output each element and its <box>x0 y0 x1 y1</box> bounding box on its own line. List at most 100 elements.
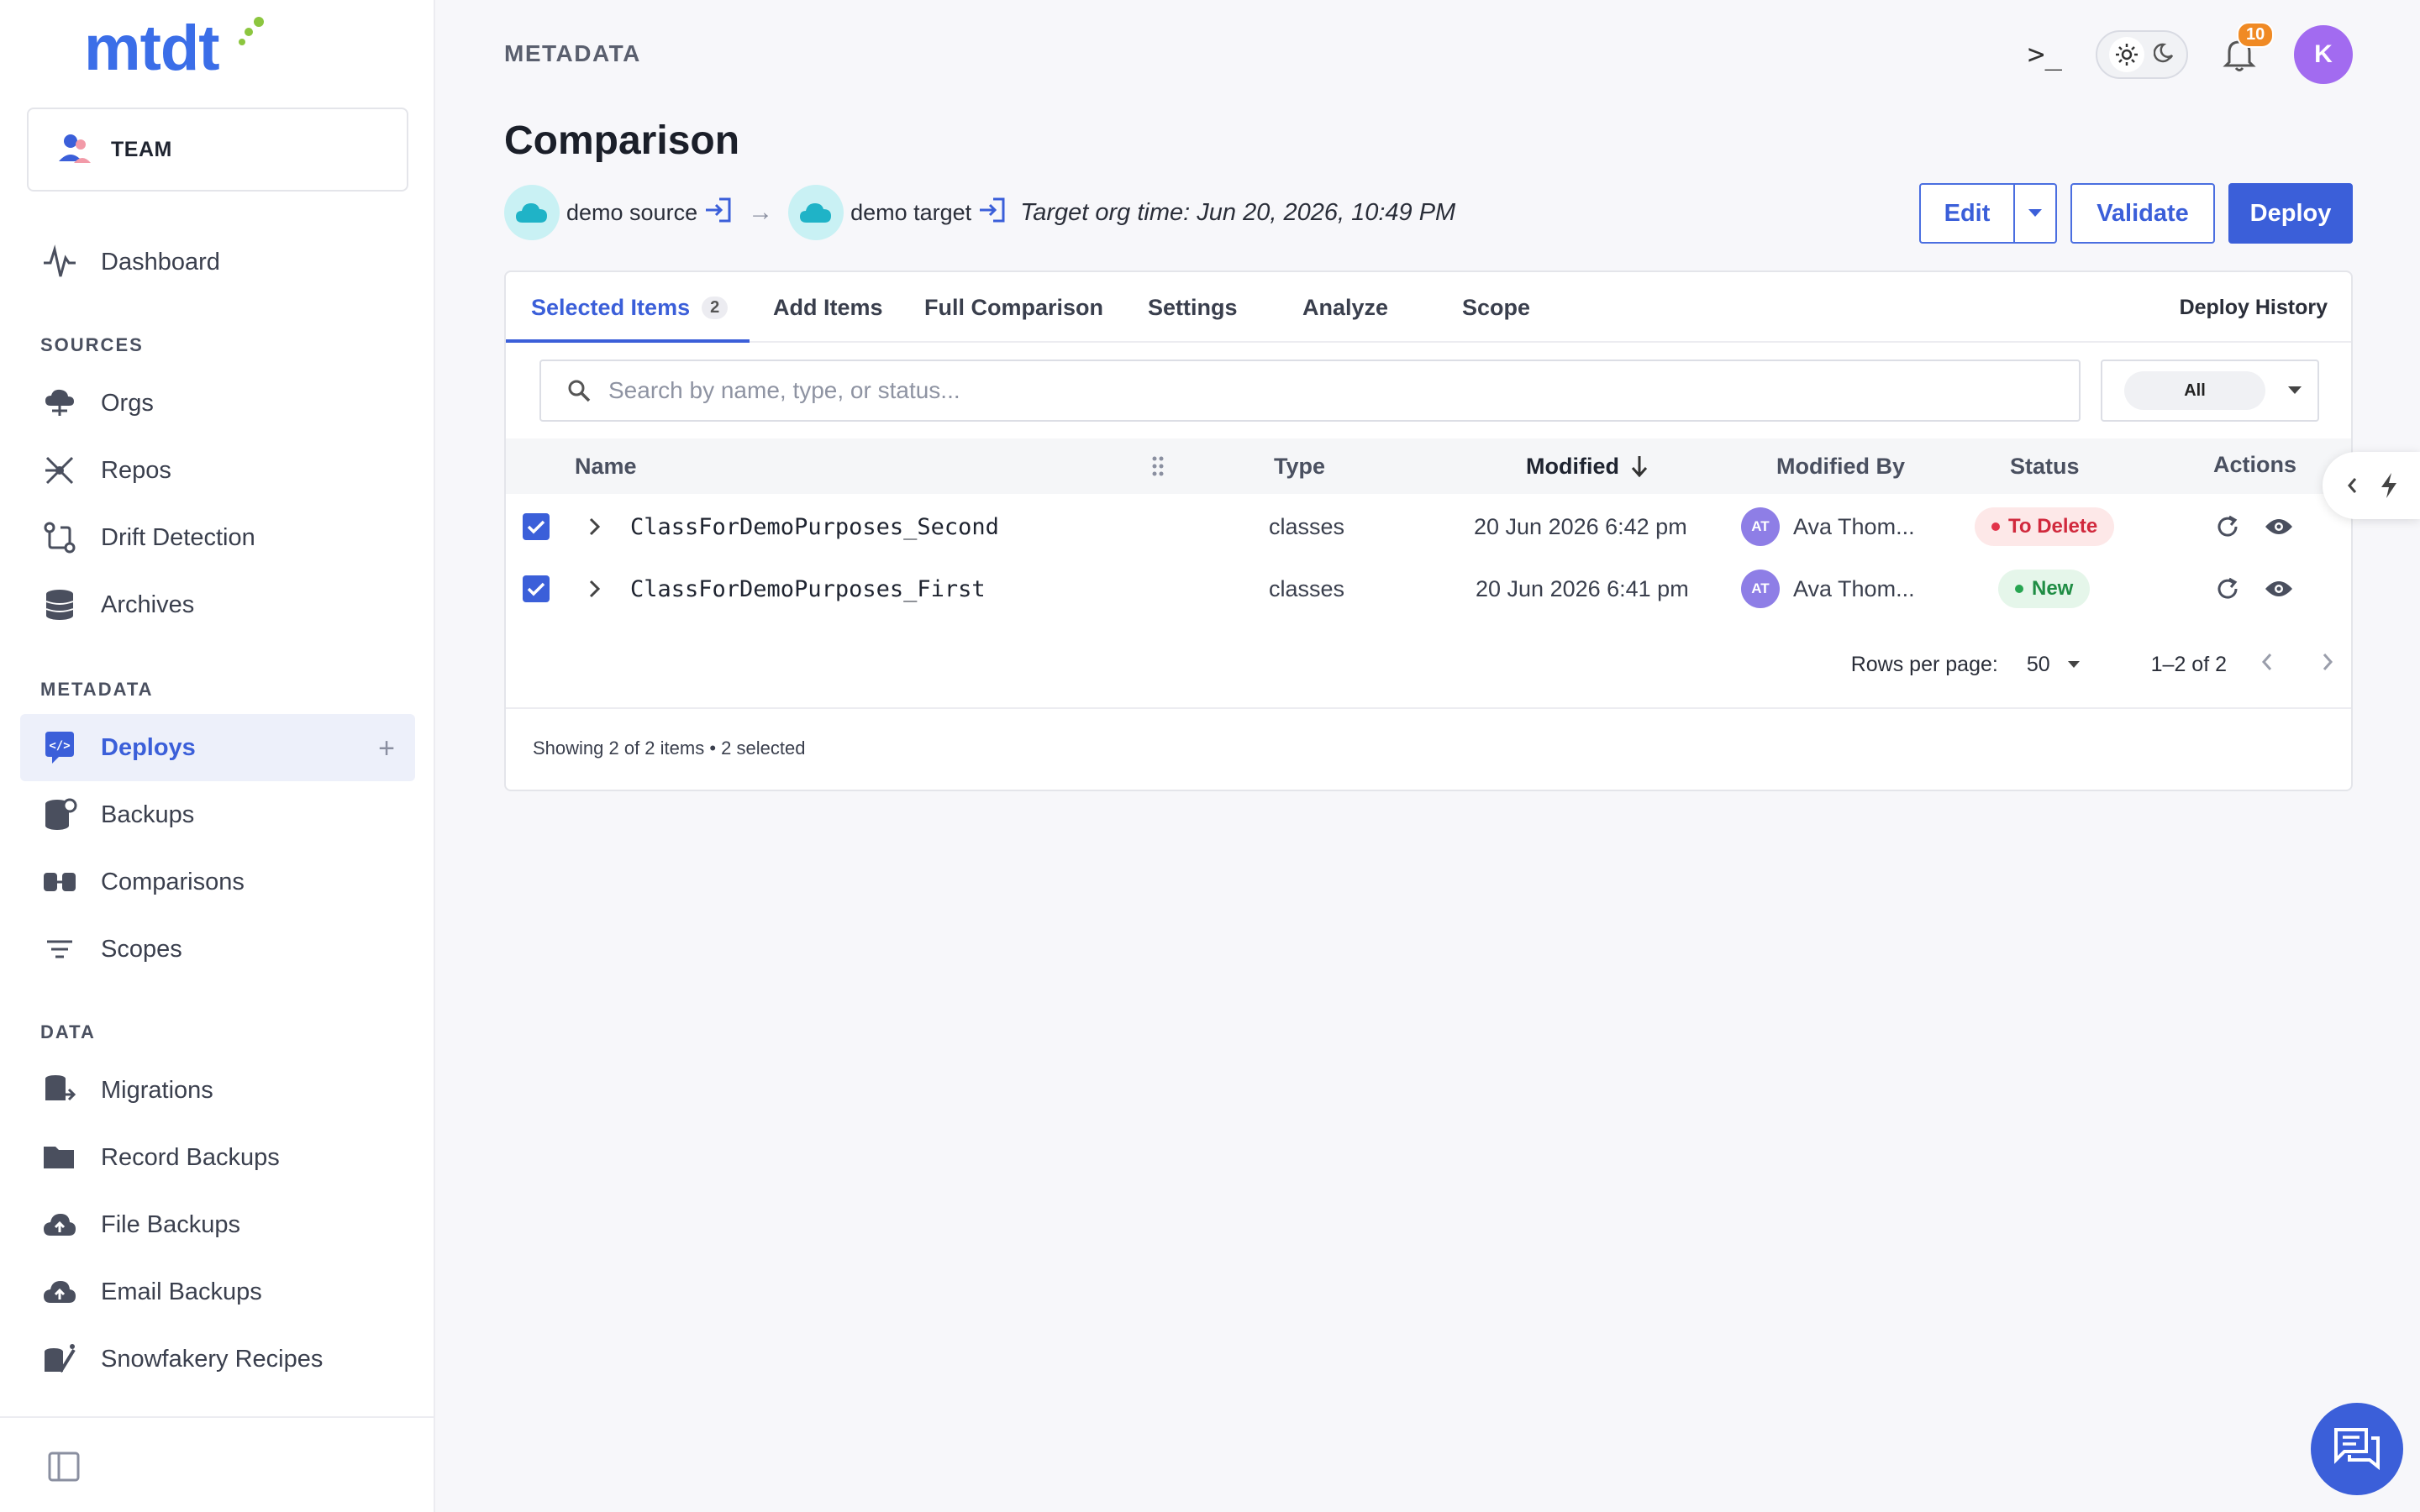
arrow-right-icon: → <box>748 198 774 226</box>
sidebar-item-label: Scopes <box>101 935 182 963</box>
terminal-icon[interactable]: >_ <box>2028 38 2062 71</box>
deploy-history-link[interactable]: Deploy History <box>2180 272 2328 343</box>
eye-icon[interactable] <box>2264 496 2294 558</box>
sidebar-divider <box>0 1416 434 1418</box>
column-header-status[interactable]: Status <box>2010 438 2080 494</box>
team-switcher[interactable]: TEAM <box>27 108 408 192</box>
edit-dropdown-button[interactable] <box>2015 183 2057 244</box>
table-row[interactable]: ClassForDemoPurposes_First classes 20 Ju… <box>506 558 2351 620</box>
expand-row-icon[interactable] <box>588 496 602 558</box>
tab-add-items[interactable]: Add Items <box>773 272 883 343</box>
row-checkbox[interactable] <box>523 496 550 558</box>
action-buttons: Edit Validate Deploy <box>1919 183 2353 244</box>
column-header-type[interactable]: Type <box>1274 438 1325 494</box>
collapse-sidebar-icon[interactable] <box>47 1450 81 1488</box>
sidebar-item-scopes[interactable]: Scopes <box>20 916 415 983</box>
sidebar-item-dashboard[interactable]: Dashboard <box>20 228 415 296</box>
item-modified-by: AT Ava Thom... <box>1741 558 1915 620</box>
tab-full-comparison[interactable]: Full Comparison <box>924 272 1103 343</box>
tab-settings[interactable]: Settings <box>1148 272 1238 343</box>
sidebar-item-repos[interactable]: Repos <box>20 437 415 504</box>
rows-per-page-select[interactable]: 50 <box>2027 653 2081 677</box>
sidebar-item-deploys[interactable]: </> Deploys + <box>20 714 415 781</box>
chat-icon <box>2334 1428 2380 1471</box>
item-name: ClassForDemoPurposes_First <box>630 575 986 602</box>
sidebar-item-snowfakery-recipes[interactable]: Snowfakery Recipes <box>20 1326 415 1393</box>
caret-down-icon <box>2067 661 2080 668</box>
deploy-button[interactable]: Deploy <box>2228 183 2353 244</box>
target-org-login-icon[interactable] <box>978 196 1007 230</box>
expand-row-icon[interactable] <box>588 558 602 620</box>
compare-arrows-icon <box>40 518 79 557</box>
check-icon <box>527 582 545 596</box>
sidebar-item-drift-detection[interactable]: Drift Detection <box>20 504 415 571</box>
sidebar-item-label: Drift Detection <box>101 523 255 551</box>
pagination: Rows per page: 50 1–2 of 2 <box>1851 642 2334 687</box>
sidebar-item-email-backups[interactable]: Email Backups <box>20 1258 415 1326</box>
sort-down-icon <box>1631 456 1648 478</box>
sidebar-item-record-backups[interactable]: Record Backups <box>20 1124 415 1191</box>
sun-icon[interactable] <box>2108 37 2144 72</box>
notification-count-badge: 10 <box>2237 22 2275 48</box>
prev-page-button[interactable] <box>2260 650 2274 679</box>
side-panel-toggle[interactable] <box>2323 452 2420 519</box>
tab-analyze[interactable]: Analyze <box>1302 272 1388 343</box>
item-type: classes <box>1269 513 1345 539</box>
refresh-icon[interactable] <box>2215 558 2240 620</box>
sidebar-item-label: Email Backups <box>101 1278 262 1305</box>
search-input[interactable] <box>608 377 2037 404</box>
refresh-icon[interactable] <box>2215 496 2240 558</box>
logo[interactable]: mtdt <box>84 15 277 82</box>
sidebar-item-comparisons[interactable]: Comparisons <box>20 848 415 916</box>
sidebar-item-label: Migrations <box>101 1076 213 1104</box>
sidebar-item-file-backups[interactable]: File Backups <box>20 1191 415 1258</box>
edit-button[interactable]: Edit <box>1919 183 2015 244</box>
status-filter-select[interactable]: All <box>2101 360 2319 422</box>
moon-icon[interactable] <box>2153 42 2175 68</box>
search-box <box>539 360 2081 422</box>
comparison-card: Selected Items 2 Add Items Full Comparis… <box>504 270 2353 791</box>
status-label: New <box>2032 577 2074 600</box>
drag-handle-icon[interactable] <box>1151 438 1165 494</box>
sidebar-item-migrations[interactable]: Migrations <box>20 1057 415 1124</box>
search-icon <box>568 380 591 402</box>
card-divider <box>506 707 2351 709</box>
table-header: Name Type Modified Modified By Status Ac… <box>506 438 2351 494</box>
sidebar-item-backups[interactable]: Backups <box>20 781 415 848</box>
add-deploy-icon[interactable]: + <box>378 732 395 765</box>
notifications-button[interactable]: 10 <box>2218 22 2275 76</box>
source-org-icon <box>504 185 560 240</box>
validate-button[interactable]: Validate <box>2070 183 2215 244</box>
column-header-name[interactable]: Name <box>575 438 637 494</box>
user-avatar[interactable]: K <box>2294 25 2353 84</box>
next-page-button[interactable] <box>2321 650 2334 679</box>
hub-icon <box>40 451 79 490</box>
item-modified: 20 Jun 2026 6:41 pm <box>1476 575 1689 601</box>
row-checkbox[interactable] <box>523 558 550 620</box>
column-header-modified-by[interactable]: Modified By <box>1776 438 1905 494</box>
sidebar-item-orgs[interactable]: Orgs <box>20 370 415 437</box>
modified-by-name: Ava Thom... <box>1793 575 1915 601</box>
filter-lines-icon <box>40 930 79 969</box>
chevron-left-icon <box>2347 478 2356 493</box>
section-sources: SOURCES <box>40 334 144 355</box>
chat-button[interactable] <box>2311 1403 2403 1495</box>
sidebar-item-archives[interactable]: Archives <box>20 571 415 638</box>
cloud-network-icon <box>40 384 79 423</box>
activity-icon <box>40 243 79 281</box>
top-actions: >_ 10 K <box>2028 22 2353 84</box>
eye-icon[interactable] <box>2264 558 2294 620</box>
tab-selected-items[interactable]: Selected Items 2 <box>531 272 729 343</box>
table-row[interactable]: ClassForDemoPurposes_Second classes 20 J… <box>506 496 2351 558</box>
tab-scope[interactable]: Scope <box>1462 272 1530 343</box>
theme-toggle[interactable] <box>2096 30 2188 79</box>
column-header-modified[interactable]: Modified <box>1526 438 1649 494</box>
avatar: AT <box>1741 570 1780 608</box>
deploy-code-icon: </> <box>40 728 79 767</box>
item-type: classes <box>1269 575 1345 601</box>
source-org-login-icon[interactable] <box>704 196 733 230</box>
status-badge: To Delete <box>1975 496 2115 558</box>
column-header-actions: Actions <box>2213 451 2297 477</box>
page-range: 1–2 of 2 <box>2150 652 2227 676</box>
modified-by-name: Ava Thom... <box>1793 513 1915 539</box>
